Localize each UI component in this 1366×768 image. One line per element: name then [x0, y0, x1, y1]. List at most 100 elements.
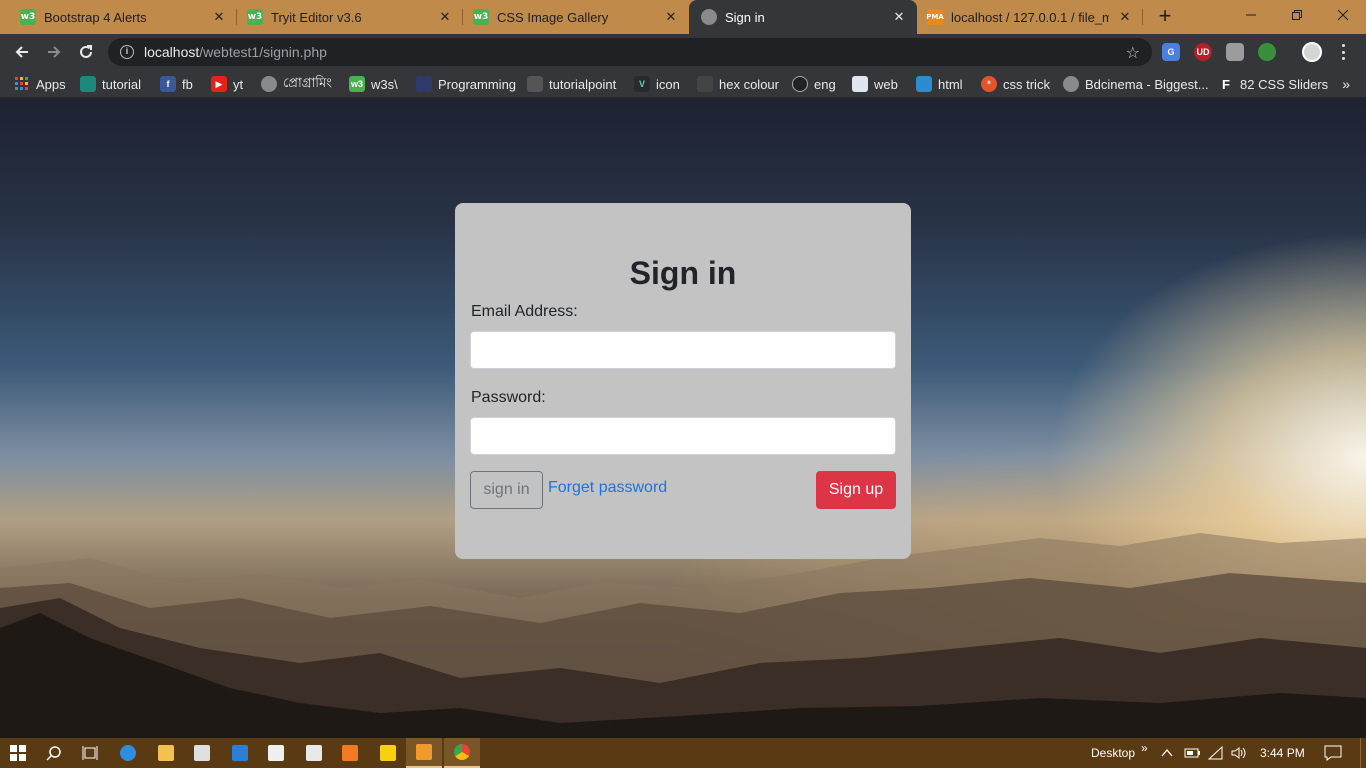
- reload-icon: [80, 45, 92, 58]
- close-icon[interactable]: ✕: [1117, 9, 1133, 25]
- show-hidden-icons-icon[interactable]: [1160, 738, 1174, 768]
- web-icon: [852, 76, 868, 92]
- xampp-icon[interactable]: [332, 738, 368, 768]
- css-tricks-icon: *: [981, 76, 997, 92]
- url-text: localhost/webtest1/signin.php: [144, 44, 327, 60]
- task-view-icon[interactable]: [72, 738, 108, 768]
- tab-tryit-editor[interactable]: w3 Tryit Editor v3.6 ✕: [237, 0, 463, 34]
- info-icon[interactable]: i: [120, 45, 134, 59]
- password-label: Password:: [471, 389, 546, 406]
- reload-button[interactable]: [72, 38, 100, 66]
- address-bar[interactable]: i localhost/webtest1/signin.php ☆: [108, 38, 1152, 66]
- google-translate-icon[interactable]: G: [1162, 43, 1180, 61]
- back-button[interactable]: [8, 38, 36, 66]
- bookmark-programming[interactable]: Programming: [416, 75, 516, 93]
- bookmark-label: yt: [233, 76, 244, 92]
- sublime-text-icon[interactable]: [406, 738, 442, 768]
- bookmark-label: icon: [656, 76, 680, 92]
- search-icon[interactable]: [36, 738, 72, 768]
- bookmark-tutorialpoint[interactable]: tutorialpoint: [527, 75, 616, 93]
- dropbox-icon[interactable]: [296, 738, 332, 768]
- bookmark-label: w3s\: [371, 76, 398, 92]
- bookmark-label: html: [938, 76, 963, 92]
- close-window-icon[interactable]: [1320, 0, 1366, 30]
- file-explorer-icon[interactable]: [148, 738, 184, 768]
- tab-title: Tryit Editor v3.6: [271, 9, 362, 25]
- chrome-icon[interactable]: [444, 738, 480, 768]
- bookmark-label: 82 CSS Sliders: [1240, 76, 1329, 92]
- bookmark-programming-bn[interactable]: প্রোগ্রামিং: [261, 75, 332, 93]
- bookmark-fb[interactable]: f fb: [160, 75, 193, 93]
- tab-title: CSS Image Gallery: [497, 9, 609, 25]
- tab-title: localhost / 127.0.0.1 / file_man: [951, 9, 1109, 25]
- show-desktop-button[interactable]: [1360, 738, 1366, 768]
- edge-icon[interactable]: [110, 738, 146, 768]
- youtube-icon: ▶: [211, 76, 227, 92]
- bookmark-tutorial[interactable]: tutorial: [80, 75, 141, 93]
- tutorialpoint-icon: [527, 76, 543, 92]
- bookmarks-overflow-button[interactable]: »: [1342, 76, 1350, 92]
- bookmark-label: css trick: [1003, 76, 1050, 92]
- vscode-icon[interactable]: [222, 738, 258, 768]
- minimize-icon[interactable]: [1228, 0, 1274, 30]
- html-icon: [916, 76, 932, 92]
- bookmark-w3s[interactable]: w3 w3s\: [349, 75, 398, 93]
- close-icon[interactable]: ✕: [211, 9, 227, 25]
- clock[interactable]: 3:44 PM: [1260, 738, 1305, 768]
- tab-separator: [1142, 9, 1143, 25]
- bookmark-html[interactable]: html: [916, 75, 963, 93]
- new-tab-button[interactable]: +: [1152, 4, 1178, 30]
- sticky-notes-icon[interactable]: [370, 738, 406, 768]
- bookmark-hex-colour[interactable]: hex colour: [697, 75, 779, 93]
- tab-phpmyadmin[interactable]: PMA localhost / 127.0.0.1 / file_man ✕: [917, 0, 1143, 34]
- tab-css-image-gallery[interactable]: w3 CSS Image Gallery ✕: [463, 0, 689, 34]
- bookmark-web[interactable]: web: [852, 75, 898, 93]
- signin-card: Sign in Email Address: Password: sign in…: [455, 203, 911, 559]
- volume-icon[interactable]: [1230, 738, 1248, 768]
- w3-icon: w3: [247, 9, 263, 25]
- battery-icon[interactable]: [1184, 738, 1202, 768]
- colour-icon: [697, 76, 713, 92]
- bookmark-label: tutorial: [102, 76, 142, 92]
- signin-button[interactable]: sign in: [470, 471, 543, 509]
- desktop-toolbar[interactable]: Desktop »: [1091, 738, 1148, 768]
- bookmark-label: Bdcinema - Biggest...: [1085, 76, 1209, 92]
- tab-sign-in[interactable]: Sign in ✕: [689, 0, 917, 34]
- notification-icon[interactable]: [1324, 738, 1342, 768]
- tab-bootstrap-alerts[interactable]: w3 Bootstrap 4 Alerts ✕: [0, 0, 237, 34]
- page-title: Sign in: [629, 255, 737, 291]
- bookmark-label: eng: [814, 76, 836, 92]
- close-icon[interactable]: ✕: [891, 9, 907, 25]
- menu-icon[interactable]: [1336, 42, 1350, 62]
- forward-button[interactable]: [40, 38, 68, 66]
- vector-icon: V: [634, 76, 650, 92]
- mail-icon[interactable]: [258, 738, 294, 768]
- restore-icon[interactable]: [1274, 0, 1320, 30]
- store-icon[interactable]: [184, 738, 220, 768]
- avatar[interactable]: [1302, 42, 1322, 62]
- forget-password-link[interactable]: Forget password: [548, 479, 667, 497]
- bookmark-icon[interactable]: V icon: [634, 75, 680, 93]
- ublock-icon[interactable]: UD: [1194, 43, 1212, 61]
- idm-icon[interactable]: [1258, 43, 1276, 61]
- arrow-right-icon: [48, 46, 61, 58]
- bookmark-apps[interactable]: Apps: [14, 75, 66, 93]
- wifi-icon[interactable]: [1208, 738, 1224, 768]
- chevron-icon[interactable]: »: [1141, 741, 1148, 755]
- close-icon[interactable]: ✕: [437, 9, 453, 25]
- bookmark-css-sliders[interactable]: F 82 CSS Sliders: [1218, 75, 1328, 93]
- signup-button[interactable]: Sign up: [816, 471, 896, 509]
- bookmark-yt[interactable]: ▶ yt: [211, 75, 243, 93]
- email-label: Email Address:: [471, 303, 578, 320]
- bookmark-bdcinema[interactable]: Bdcinema - Biggest...: [1063, 75, 1209, 93]
- bookmark-eng[interactable]: eng: [792, 75, 836, 93]
- password-field[interactable]: [470, 417, 896, 455]
- extension-icon[interactable]: [1226, 43, 1244, 61]
- bookmark-label: hex colour: [719, 76, 779, 92]
- star-icon[interactable]: ☆: [1126, 43, 1140, 63]
- bookmark-css-trick[interactable]: * css trick: [981, 75, 1050, 93]
- windows-start-icon[interactable]: [0, 738, 36, 768]
- bookmark-label: প্রোগ্রামিং: [283, 74, 332, 90]
- close-icon[interactable]: ✕: [663, 9, 679, 25]
- email-field[interactable]: [470, 331, 896, 369]
